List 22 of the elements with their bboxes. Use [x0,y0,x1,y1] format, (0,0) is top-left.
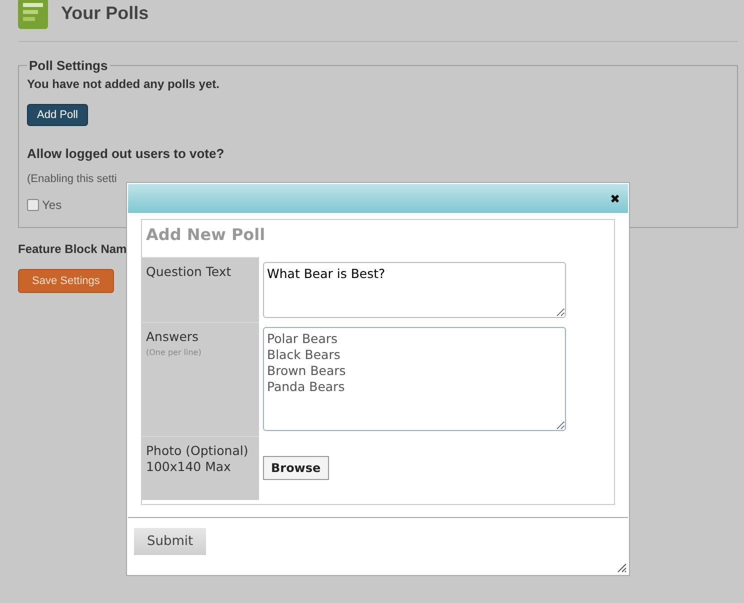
panel-legend: Poll Settings [27,58,110,73]
yes-checkbox[interactable] [27,199,39,211]
empty-message: You have not added any polls yet. [27,77,220,91]
submit-button[interactable]: Submit [134,528,206,555]
field-label: Photo (Optional) [146,443,250,459]
field-label: Answers [146,329,200,345]
question-field[interactable]: What Bear is Best? [263,262,566,318]
browse-button[interactable]: Browse [263,456,329,480]
resize-grip-icon[interactable] [617,563,627,573]
setting-question: Allow logged out users to vote? [27,146,226,161]
checkbox-label: Yes [42,198,62,212]
add-poll-button[interactable]: Add Poll [27,104,88,126]
app-logo-icon [18,0,48,29]
answers-field[interactable]: Polar Bears Black Bears Brown Bears Panda Bears [263,327,566,431]
field-label: Question Text [142,257,259,322]
size-note: 100x140 Max [146,459,232,475]
setting-note: (Enabling this setti [27,173,118,185]
dialog-title: Add New Poll [145,224,266,246]
field-hint: (One per line) [146,347,202,359]
close-button[interactable]: ✖ [610,192,620,206]
feature-block-label: Feature Block Nam [18,242,127,256]
page-title: Your Polls [61,2,149,24]
